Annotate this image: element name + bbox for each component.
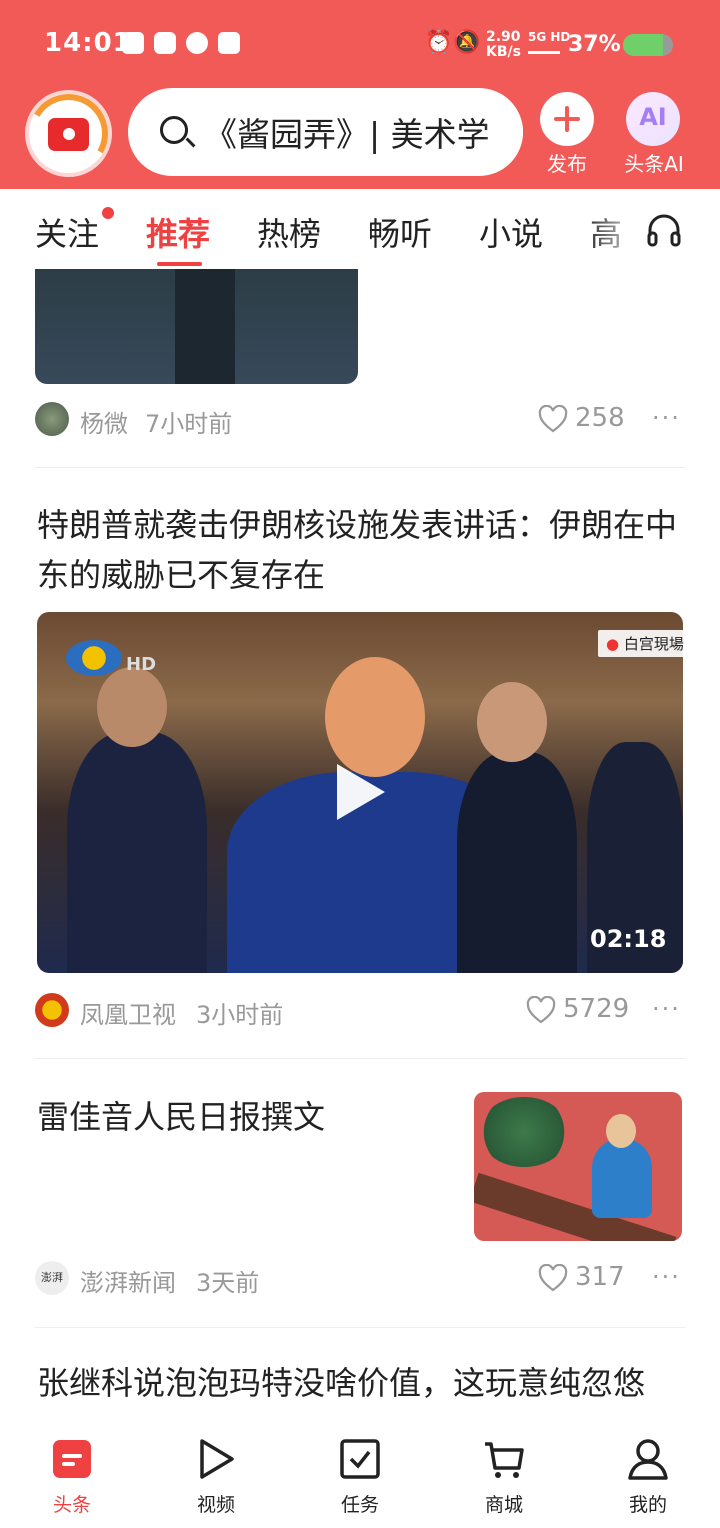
author-avatar[interactable] (35, 993, 69, 1027)
author-avatar[interactable]: 澎湃 (35, 1261, 69, 1295)
user-icon (628, 1439, 668, 1480)
like-count: 258 (575, 403, 625, 433)
more-options-icon[interactable]: ··· (652, 995, 681, 1023)
more-options-icon[interactable]: ··· (652, 1263, 681, 1291)
search-suggestion: 《酱园弄》| 美术学 (204, 115, 490, 154)
video-app-icon (154, 32, 176, 54)
ai-icon: AI (639, 103, 667, 131)
tab-follow[interactable]: 关注 (35, 209, 99, 255)
post-time: 3天前 (196, 1269, 260, 1297)
hd-badge: HD (126, 654, 157, 675)
tab-novel[interactable]: 小说 (479, 209, 543, 255)
plus-icon (565, 106, 569, 132)
publish-button[interactable] (540, 92, 594, 146)
search-icon (160, 116, 188, 144)
location-badge: ● 白宫現場 (598, 630, 692, 657)
tab-recommend[interactable]: 推荐 (146, 209, 210, 255)
tiktok-icon (122, 32, 144, 54)
location-pin-icon: ● (606, 635, 620, 653)
divider (35, 467, 685, 468)
app-icon (186, 32, 208, 54)
tab-listen[interactable]: 畅听 (368, 209, 432, 255)
toutiao-ai-button[interactable]: AI (626, 92, 680, 146)
search-bar[interactable]: 《酱园弄》| 美术学 (128, 88, 523, 176)
mute-icon: 🔕 (453, 30, 481, 55)
author-name[interactable]: 凤凰卫视 (80, 995, 176, 1030)
play-icon (200, 1439, 234, 1479)
header: 14:01 ⏰ 🔕 2.90 KB/s 5G HD 37% 《酱园弄》| 美术学… (0, 0, 720, 189)
message-icon (218, 32, 240, 54)
battery-percent: 37% (568, 32, 621, 57)
cart-icon (485, 1442, 524, 1478)
article-title[interactable]: 特朗普就袭击伊朗核设施发表讲话：伊朗在中东的威胁已不复存在 (37, 500, 687, 600)
signal-icon: 5G HD (528, 30, 571, 44)
nav-profile[interactable]: 我的 (576, 1422, 720, 1528)
like-icon[interactable] (538, 405, 568, 433)
article-image[interactable] (35, 269, 358, 384)
post-time: 7小时前 (145, 410, 233, 438)
tab-hot[interactable]: 热榜 (257, 209, 321, 255)
post-time: 3小时前 (196, 1001, 284, 1029)
toutiao-ai-label[interactable]: 头条AI (616, 148, 692, 177)
article-title[interactable]: 雷佳音人民日报撰文 (37, 1092, 457, 1142)
bottom-nav: 头条 视频 任务 商城 我的 (0, 1422, 720, 1528)
article-title[interactable]: 张继科说泡泡玛特没啥价值，这玩意纯忽悠 (37, 1358, 687, 1408)
nav-video[interactable]: 视频 (144, 1422, 288, 1528)
like-icon[interactable] (538, 1264, 568, 1292)
like-icon[interactable] (526, 996, 556, 1024)
publish-label[interactable]: 发布 (537, 148, 597, 177)
app-logo[interactable] (20, 85, 117, 182)
nav-home[interactable]: 头条 (0, 1422, 144, 1528)
video-duration: 02:18 (590, 925, 667, 953)
nav-tasks[interactable]: 任务 (288, 1422, 432, 1528)
task-checkbox-icon (340, 1439, 380, 1479)
nav-mall[interactable]: 商城 (432, 1422, 576, 1528)
signal-bars-icon (528, 44, 560, 54)
network-speed: 2.90 KB/s (486, 29, 521, 60)
like-count: 317 (575, 1262, 625, 1292)
author-name[interactable]: 杨微 (80, 404, 128, 439)
divider (35, 1058, 685, 1059)
home-news-icon (53, 1440, 91, 1478)
headphone-icon[interactable] (646, 212, 682, 248)
like-count: 5729 (563, 994, 630, 1024)
active-tab-indicator (157, 262, 202, 266)
author-name[interactable]: 澎湃新闻 (80, 1263, 176, 1298)
phoenix-tv-logo (66, 640, 122, 676)
notification-dot (102, 207, 114, 219)
alarm-icon: ⏰ (425, 30, 453, 55)
more-options-icon[interactable]: ··· (652, 404, 681, 432)
divider (35, 1327, 685, 1328)
battery-icon (623, 34, 673, 56)
article-thumbnail[interactable] (474, 1092, 682, 1241)
status-time: 14:01 (44, 28, 132, 58)
play-icon[interactable] (337, 764, 385, 820)
author-avatar[interactable] (35, 402, 69, 436)
